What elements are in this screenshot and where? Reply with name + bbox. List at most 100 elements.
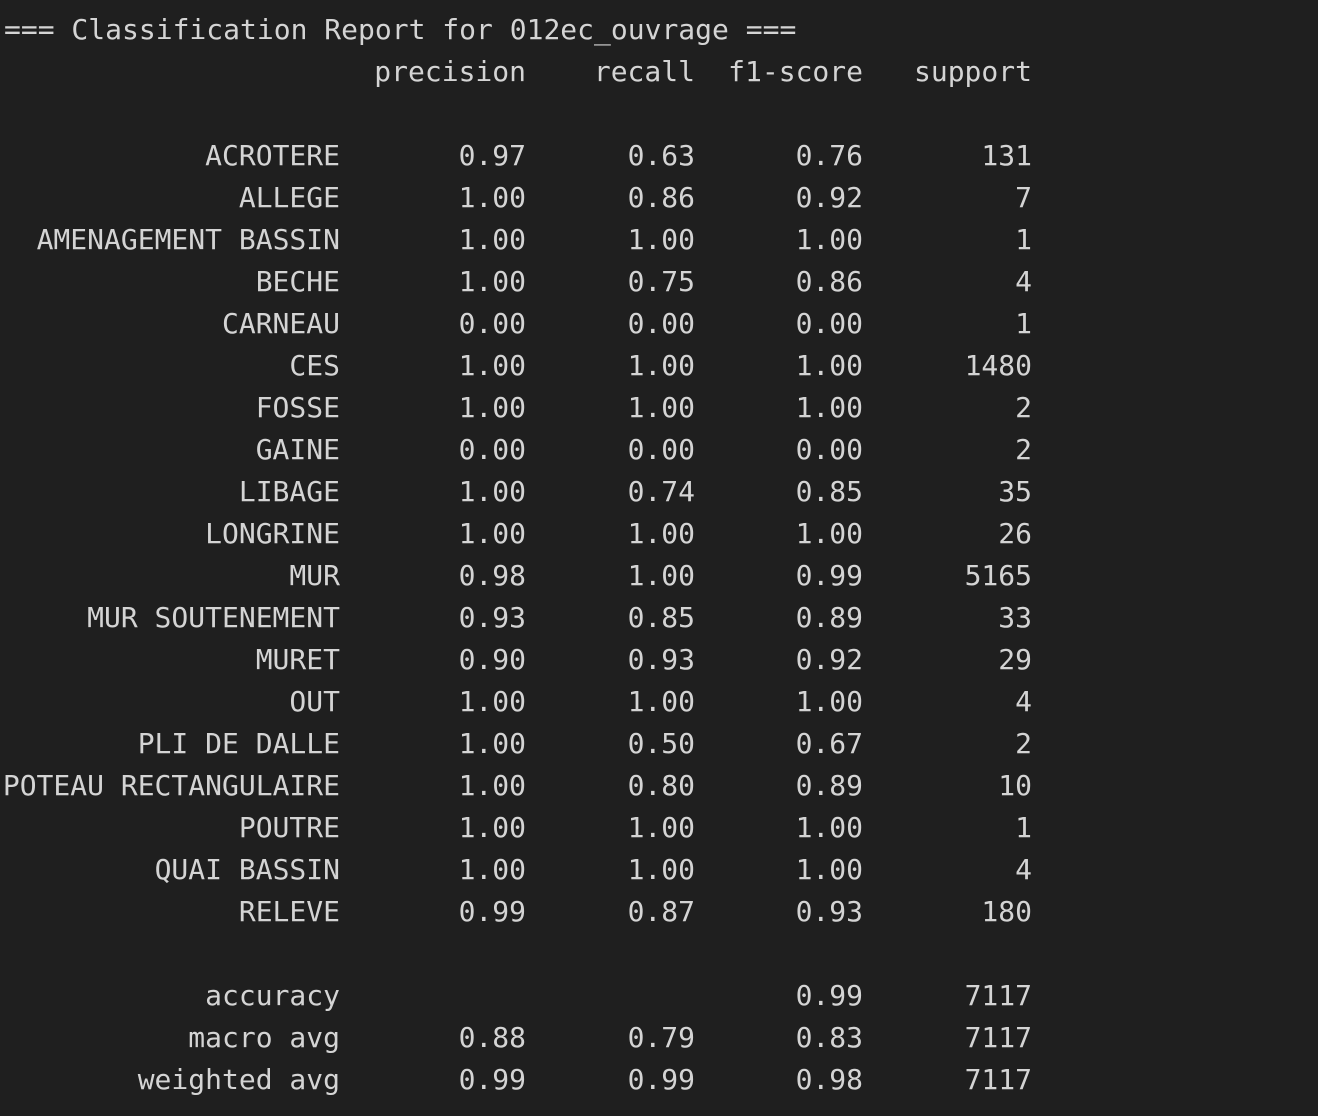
row-precision: 1.00 — [458, 181, 526, 214]
row-label: POTEAU RECTANGULAIRE — [2, 769, 340, 802]
table-row: FOSSE 1.00 1.00 1.00 2 — [0, 387, 1318, 429]
row-precision: 0.93 — [458, 601, 526, 634]
row-support: 5165 — [964, 559, 1032, 592]
row-label: POUTRE — [238, 811, 340, 844]
row-support: 35 — [998, 475, 1032, 508]
row-f1-score: 0.99 — [795, 979, 863, 1012]
terminal-output: === Classification Report for 012ec_ouvr… — [0, 0, 1318, 1116]
row-label: FOSSE — [255, 391, 340, 424]
row-recall: 0.75 — [627, 265, 695, 298]
row-support: 2 — [1015, 433, 1032, 466]
table-row: ALLEGE 1.00 0.86 0.92 7 — [0, 177, 1318, 219]
row-f1-score: 0.98 — [795, 1063, 863, 1096]
row-recall: 1.00 — [627, 559, 695, 592]
row-recall: 0.80 — [627, 769, 695, 802]
table-row: CARNEAU 0.00 0.00 0.00 1 — [0, 303, 1318, 345]
row-f1-score: 0.85 — [795, 475, 863, 508]
report-title: === Classification Report for 012ec_ouvr… — [4, 13, 797, 46]
row-precision: 1.00 — [458, 391, 526, 424]
row-recall: 0.00 — [627, 307, 695, 340]
row-label: QUAI BASSIN — [154, 853, 340, 886]
row-support: 7117 — [964, 1021, 1032, 1054]
row-support: 10 — [998, 769, 1032, 802]
row-recall: 0.99 — [627, 1063, 695, 1096]
row-support: 7117 — [964, 979, 1032, 1012]
row-f1-score: 1.00 — [795, 685, 863, 718]
row-recall: 0.63 — [627, 139, 695, 172]
row-support: 29 — [998, 643, 1032, 676]
row-precision: 1.00 — [458, 853, 526, 886]
row-precision: 1.00 — [458, 811, 526, 844]
row-recall: 1.00 — [627, 685, 695, 718]
row-recall: 0.93 — [627, 643, 695, 676]
row-precision: 0.90 — [458, 643, 526, 676]
row-recall: 0.79 — [627, 1021, 695, 1054]
row-f1-score: 0.93 — [795, 895, 863, 928]
row-support: 7117 — [964, 1063, 1032, 1096]
row-support: 1 — [1015, 307, 1032, 340]
row-f1-score: 0.99 — [795, 559, 863, 592]
header-support: support — [913, 55, 1032, 88]
table-row: QUAI BASSIN 1.00 1.00 1.00 4 — [0, 849, 1318, 891]
row-support: 180 — [981, 895, 1032, 928]
row-f1-score: 0.00 — [795, 433, 863, 466]
row-precision: 0.00 — [458, 307, 526, 340]
row-support: 4 — [1015, 265, 1032, 298]
row-f1-score: 0.67 — [795, 727, 863, 760]
row-support: 4 — [1015, 853, 1032, 886]
row-label: MURET — [255, 643, 340, 676]
table-row: AMENAGEMENT BASSIN 1.00 1.00 1.00 1 — [0, 219, 1318, 261]
table-row: CES 1.00 1.00 1.00 1480 — [0, 345, 1318, 387]
row-recall: 0.74 — [627, 475, 695, 508]
row-recall: 1.00 — [627, 517, 695, 550]
row-f1-score: 1.00 — [795, 853, 863, 886]
table-row: OUT 1.00 1.00 1.00 4 — [0, 681, 1318, 723]
row-support: 1 — [1015, 223, 1032, 256]
row-f1-score: 0.89 — [795, 769, 863, 802]
row-recall: 0.85 — [627, 601, 695, 634]
row-precision: 0.97 — [458, 139, 526, 172]
row-label: CARNEAU — [221, 307, 340, 340]
header-precision: precision — [374, 55, 526, 88]
row-label: LONGRINE — [205, 517, 340, 550]
table-row: POUTRE 1.00 1.00 1.00 1 — [0, 807, 1318, 849]
row-recall: 0.00 — [627, 433, 695, 466]
row-f1-score: 1.00 — [795, 391, 863, 424]
row-label: MUR SOUTENEMENT — [87, 601, 340, 634]
row-label: accuracy — [205, 979, 340, 1012]
row-label: CES — [289, 349, 340, 382]
row-label: MUR — [289, 559, 340, 592]
summary-row: macro avg 0.88 0.79 0.83 7117 — [0, 1017, 1318, 1059]
row-recall: 1.00 — [627, 853, 695, 886]
row-recall: 1.00 — [627, 349, 695, 382]
row-f1-score: 0.00 — [795, 307, 863, 340]
row-label: OUT — [289, 685, 340, 718]
table-row: MURET 0.90 0.93 0.92 29 — [0, 639, 1318, 681]
row-f1-score: 1.00 — [795, 811, 863, 844]
row-support: 2 — [1015, 727, 1032, 760]
row-precision: 1.00 — [458, 475, 526, 508]
row-support: 1 — [1015, 811, 1032, 844]
row-label: GAINE — [255, 433, 340, 466]
summary-row: weighted avg 0.99 0.99 0.98 7117 — [0, 1059, 1318, 1101]
row-recall: 1.00 — [627, 811, 695, 844]
row-support: 1480 — [964, 349, 1032, 382]
row-precision: 1.00 — [458, 517, 526, 550]
row-recall: 1.00 — [627, 391, 695, 424]
row-support: 4 — [1015, 685, 1032, 718]
row-label: weighted avg — [137, 1063, 340, 1096]
table-row: GAINE 0.00 0.00 0.00 2 — [0, 429, 1318, 471]
row-label: ALLEGE — [238, 181, 340, 214]
row-precision: 1.00 — [458, 685, 526, 718]
row-label: ACROTERE — [205, 139, 340, 172]
row-f1-score: 0.92 — [795, 643, 863, 676]
row-label: LIBAGE — [238, 475, 340, 508]
row-f1-score: 1.00 — [795, 349, 863, 382]
table-row: LIBAGE 1.00 0.74 0.85 35 — [0, 471, 1318, 513]
row-f1-score: 1.00 — [795, 223, 863, 256]
row-support: 2 — [1015, 391, 1032, 424]
table-row: PLI DE DALLE 1.00 0.50 0.67 2 — [0, 723, 1318, 765]
row-f1-score: 0.83 — [795, 1021, 863, 1054]
row-recall: 0.87 — [627, 895, 695, 928]
row-precision: 0.99 — [458, 895, 526, 928]
